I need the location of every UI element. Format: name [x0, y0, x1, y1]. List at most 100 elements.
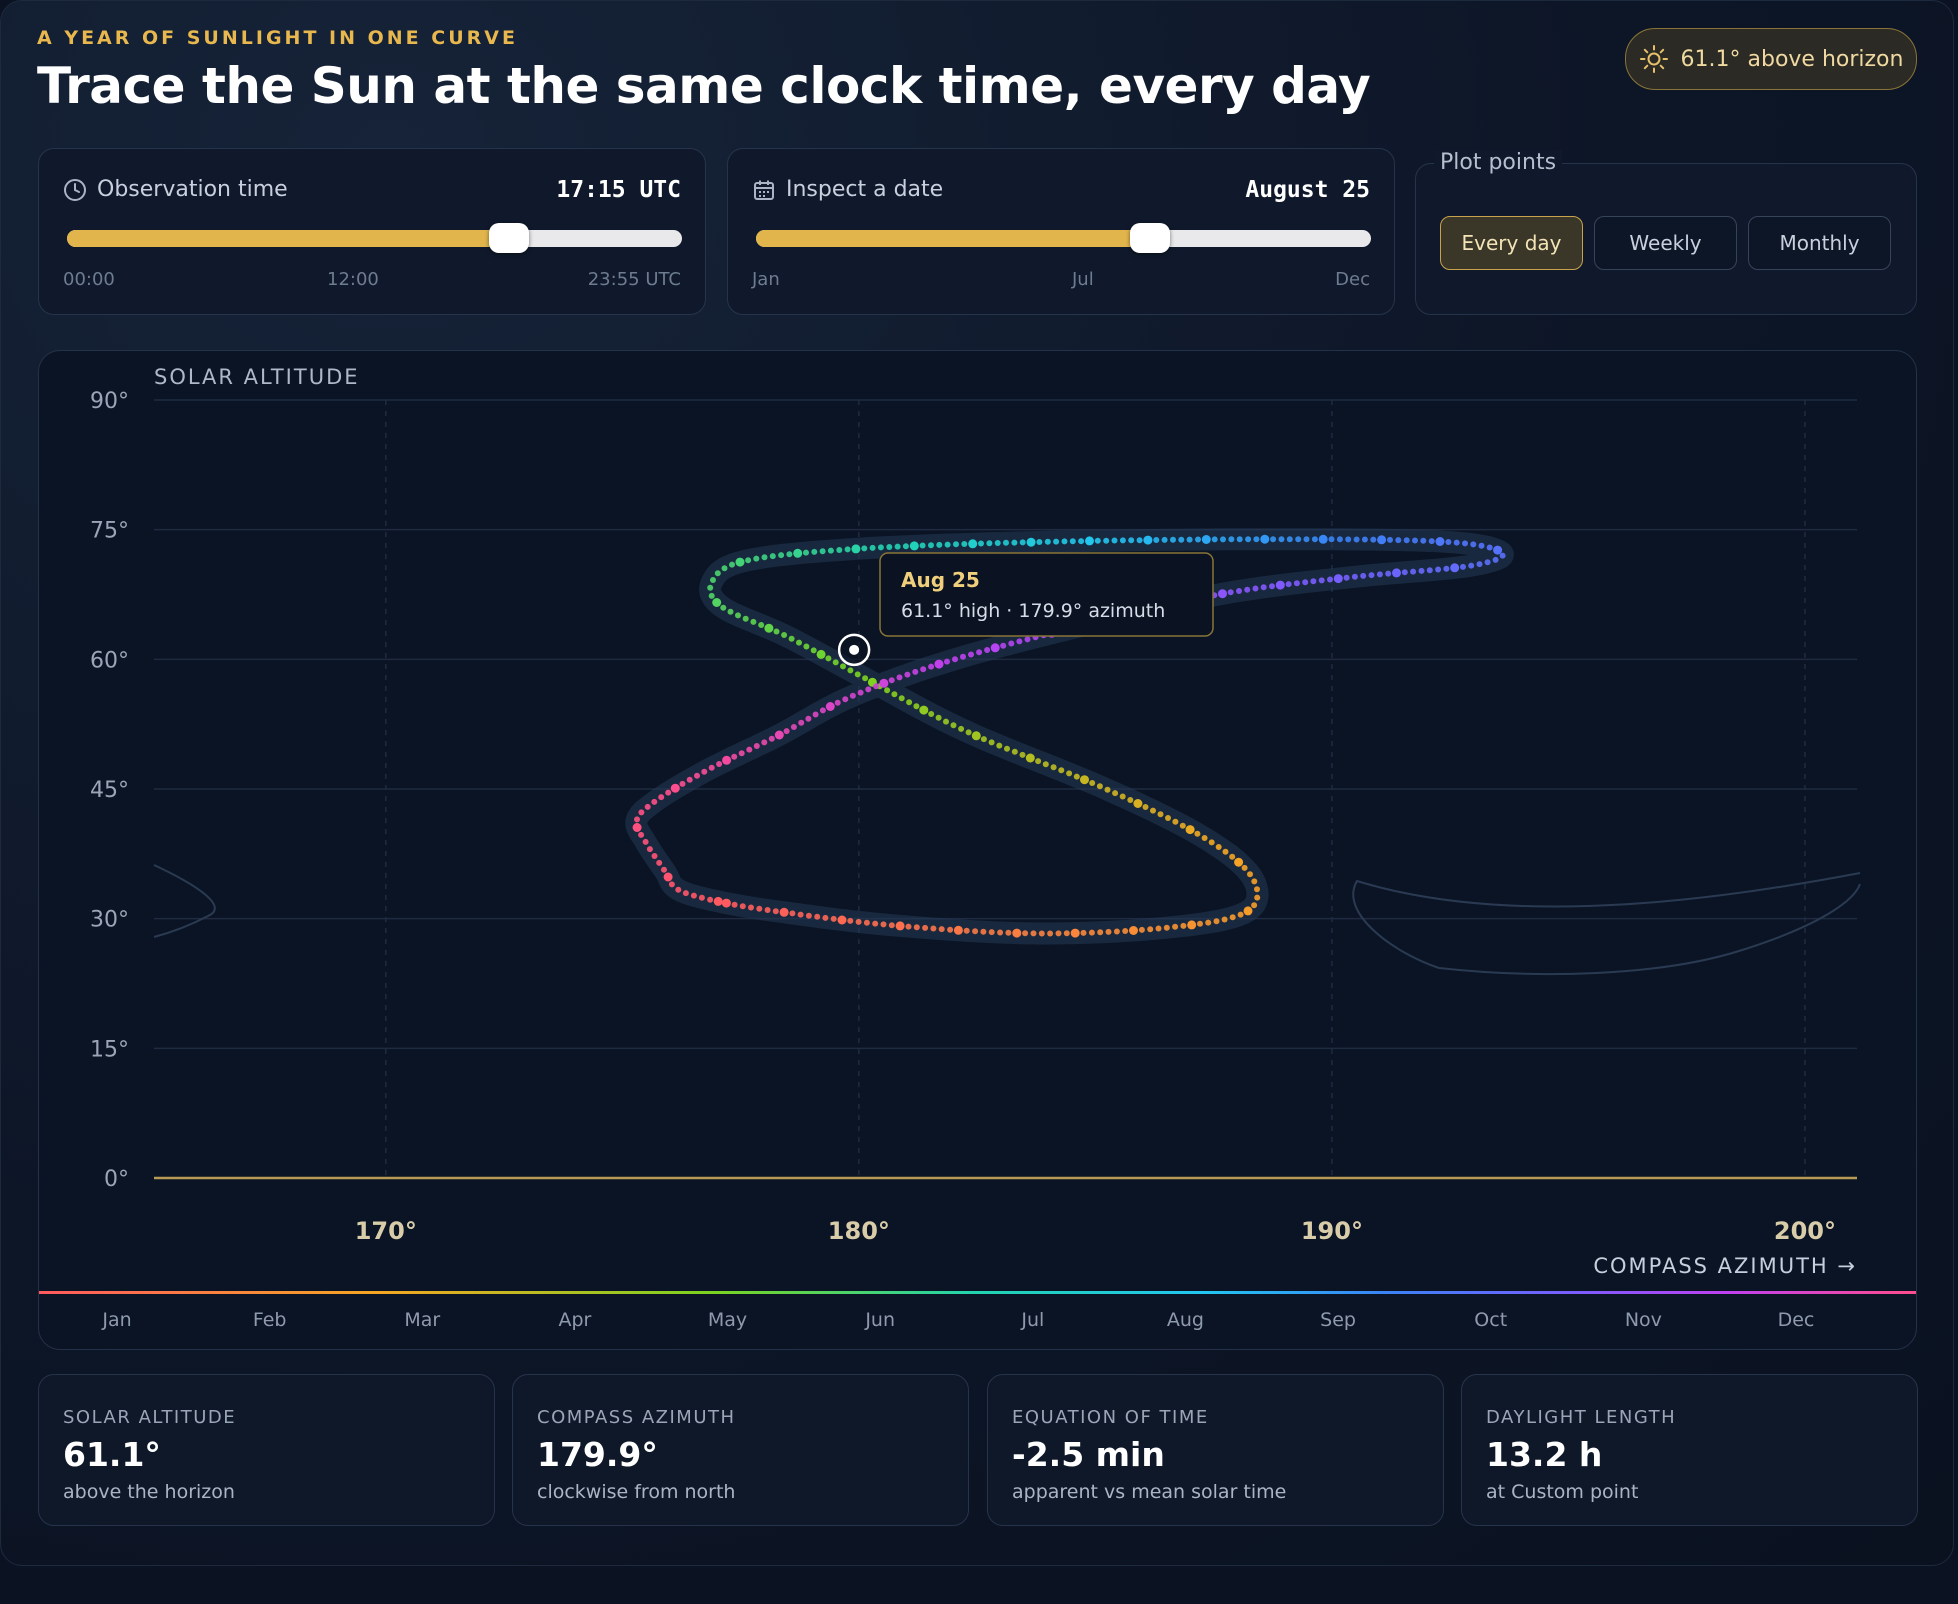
day-point — [1205, 919, 1212, 926]
day-point — [1096, 783, 1103, 790]
stat-card-compass-azimuth: COMPASS AZIMUTH 179.9° clockwise from no… — [512, 1374, 969, 1526]
day-point — [822, 914, 829, 921]
day-point — [1094, 537, 1101, 544]
day-point — [803, 549, 809, 556]
day-point — [958, 725, 965, 732]
observation-time-slider[interactable] — [67, 223, 682, 253]
plot-points-legend: Plot points — [1434, 150, 1563, 175]
inspect-date-slider[interactable] — [756, 223, 1371, 253]
tick-label: 12:00 — [327, 269, 379, 290]
day-point — [1218, 589, 1227, 599]
day-point — [934, 659, 944, 669]
day-point — [786, 551, 793, 558]
month-label: Oct — [1474, 1309, 1507, 1331]
day-point — [1119, 537, 1126, 544]
day-point — [837, 915, 847, 925]
day-point — [1278, 536, 1285, 543]
day-point — [1254, 886, 1260, 893]
day-point — [919, 705, 929, 715]
tick-label: 23:55 UTC — [587, 269, 681, 290]
day-point — [904, 671, 911, 678]
day-point — [994, 540, 1001, 546]
day-point — [675, 886, 682, 893]
day-point — [1227, 589, 1234, 596]
day-point — [968, 539, 978, 549]
day-point — [944, 658, 950, 665]
day-point — [707, 584, 714, 591]
day-point — [1055, 930, 1062, 937]
day-point — [1260, 534, 1270, 544]
day-point — [1345, 536, 1352, 543]
day-point — [944, 541, 951, 548]
inspect-date-label: Inspect a date — [786, 177, 944, 202]
day-point — [778, 552, 785, 559]
day-point — [1478, 542, 1485, 549]
day-point — [1213, 918, 1220, 925]
day-point — [1129, 926, 1138, 935]
day-point — [1252, 585, 1259, 592]
day-point — [879, 678, 889, 688]
weekly-button[interactable]: Weekly — [1594, 216, 1737, 270]
day-point — [1050, 764, 1057, 771]
day-point — [1476, 561, 1483, 568]
day-point — [968, 651, 974, 658]
day-point — [976, 649, 983, 656]
month-label: Sep — [1320, 1309, 1356, 1331]
day-point — [988, 739, 995, 746]
day-point — [714, 570, 721, 577]
day-point — [1163, 924, 1170, 931]
adjacent-loop-right — [1352, 872, 1861, 976]
day-point — [984, 647, 991, 653]
day-point — [1361, 536, 1368, 543]
x-axis-title: COMPASS AZIMUTH → — [1593, 1254, 1857, 1278]
day-point — [686, 776, 693, 783]
day-point — [1070, 928, 1080, 938]
day-point — [842, 696, 849, 703]
day-point — [1492, 556, 1499, 563]
y-tick-label: 45° — [90, 778, 129, 803]
day-point — [851, 544, 861, 554]
day-point — [1360, 572, 1367, 579]
day-point — [953, 925, 963, 935]
analemma-chart-svg: 0° 15° 30° 45° 60° 75° 90° 170° 180° 190° 200° SOL… — [39, 365, 1916, 1331]
day-point — [922, 924, 929, 931]
day-point — [1254, 894, 1261, 901]
day-point — [1201, 835, 1208, 841]
day-point — [1142, 804, 1149, 810]
day-point — [1410, 568, 1417, 575]
day-point — [1327, 576, 1333, 583]
day-point — [738, 750, 745, 757]
day-point — [1486, 544, 1493, 551]
day-point — [1412, 537, 1418, 544]
slider-thumb[interactable] — [1129, 223, 1170, 253]
day-point — [869, 544, 876, 551]
day-point — [1080, 929, 1087, 936]
tooltip-title: Aug 25 — [901, 568, 980, 592]
month-label: Dec — [1778, 1309, 1815, 1331]
day-point — [1172, 923, 1179, 930]
day-point — [1066, 770, 1073, 777]
day-point — [682, 890, 689, 897]
date-tooltip: Aug 25 61.1° high · 179.9° azimuth — [879, 552, 1214, 637]
stat-value: -2.5 min — [1012, 1435, 1165, 1474]
day-point — [1187, 920, 1197, 930]
day-point — [1251, 878, 1258, 885]
monthly-button[interactable]: Monthly — [1748, 216, 1891, 270]
day-point — [746, 746, 753, 753]
day-point — [1234, 857, 1244, 867]
day-point — [1069, 538, 1076, 545]
day-point — [707, 896, 714, 903]
month-label: Mar — [404, 1309, 440, 1331]
day-point — [665, 789, 672, 796]
day-point — [1024, 636, 1031, 643]
day-point — [1236, 588, 1242, 594]
y-tick-label: 30° — [90, 908, 129, 933]
observation-time-label-row: Observation time — [63, 177, 288, 202]
day-point — [898, 695, 905, 702]
selected-date-dot — [849, 644, 860, 655]
day-point — [1295, 536, 1302, 543]
every-day-button[interactable]: Every day — [1440, 216, 1583, 270]
day-point — [1243, 906, 1253, 916]
day-point — [953, 541, 959, 548]
slider-thumb[interactable] — [488, 223, 529, 253]
